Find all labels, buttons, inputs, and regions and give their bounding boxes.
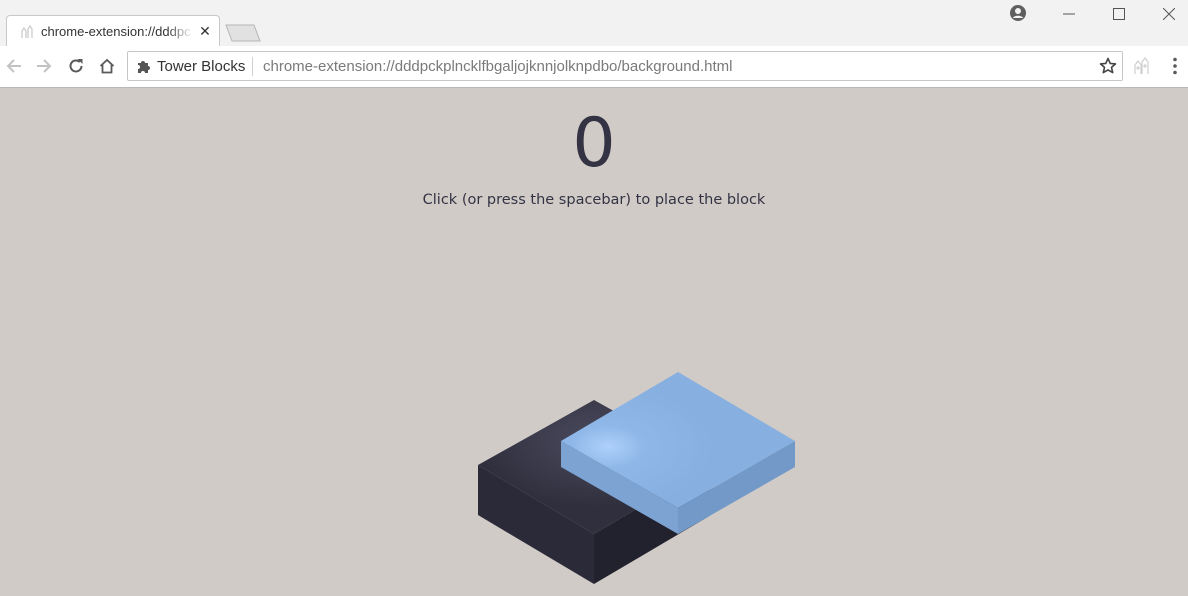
extension-favicon-icon <box>21 24 33 38</box>
profile-avatar-icon[interactable] <box>1008 3 1028 23</box>
forward-arrow-icon <box>37 59 52 73</box>
tab-title-fade <box>167 20 193 42</box>
close-button[interactable] <box>1144 0 1188 28</box>
reload-button[interactable] <box>66 56 86 76</box>
back-arrow-icon <box>6 59 21 73</box>
extension-name: Tower Blocks <box>157 58 246 75</box>
back-button[interactable] <box>4 56 24 76</box>
maximize-icon <box>1113 8 1125 20</box>
url-text[interactable]: chrome-extension://dddpckplncklfbgaljojk… <box>263 58 732 75</box>
game-canvas[interactable]: 0 Click (or press the spacebar) to place… <box>0 88 1188 596</box>
puzzle-piece-icon <box>138 61 150 73</box>
menu-icon[interactable] <box>1168 56 1182 76</box>
new-tab-button[interactable] <box>224 24 262 42</box>
reload-icon <box>69 59 83 73</box>
minimize-icon <box>1063 13 1075 15</box>
title-bar: chrome-extension://dddpckplncklfbgaljojk… <box>0 0 1188 47</box>
browser-toolbar: Tower Blocks chrome-extension://dddpckpl… <box>0 46 1188 88</box>
address-separator <box>252 57 253 76</box>
home-button[interactable] <box>97 56 117 76</box>
browser-tab[interactable]: chrome-extension://dddpckplncklfbgaljojk… <box>6 15 220 47</box>
tower-blocks-scene <box>478 372 795 584</box>
home-icon <box>99 58 115 74</box>
tab-close-icon[interactable]: ✕ <box>197 22 213 40</box>
forward-button[interactable] <box>34 56 54 76</box>
extension-icon[interactable] <box>1132 56 1152 76</box>
bookmark-star-icon[interactable] <box>1099 57 1117 75</box>
maximize-button[interactable] <box>1094 0 1144 28</box>
address-bar[interactable]: Tower Blocks chrome-extension://dddpckpl… <box>127 51 1123 81</box>
close-icon <box>1163 8 1175 20</box>
minimize-button[interactable] <box>1044 0 1094 28</box>
